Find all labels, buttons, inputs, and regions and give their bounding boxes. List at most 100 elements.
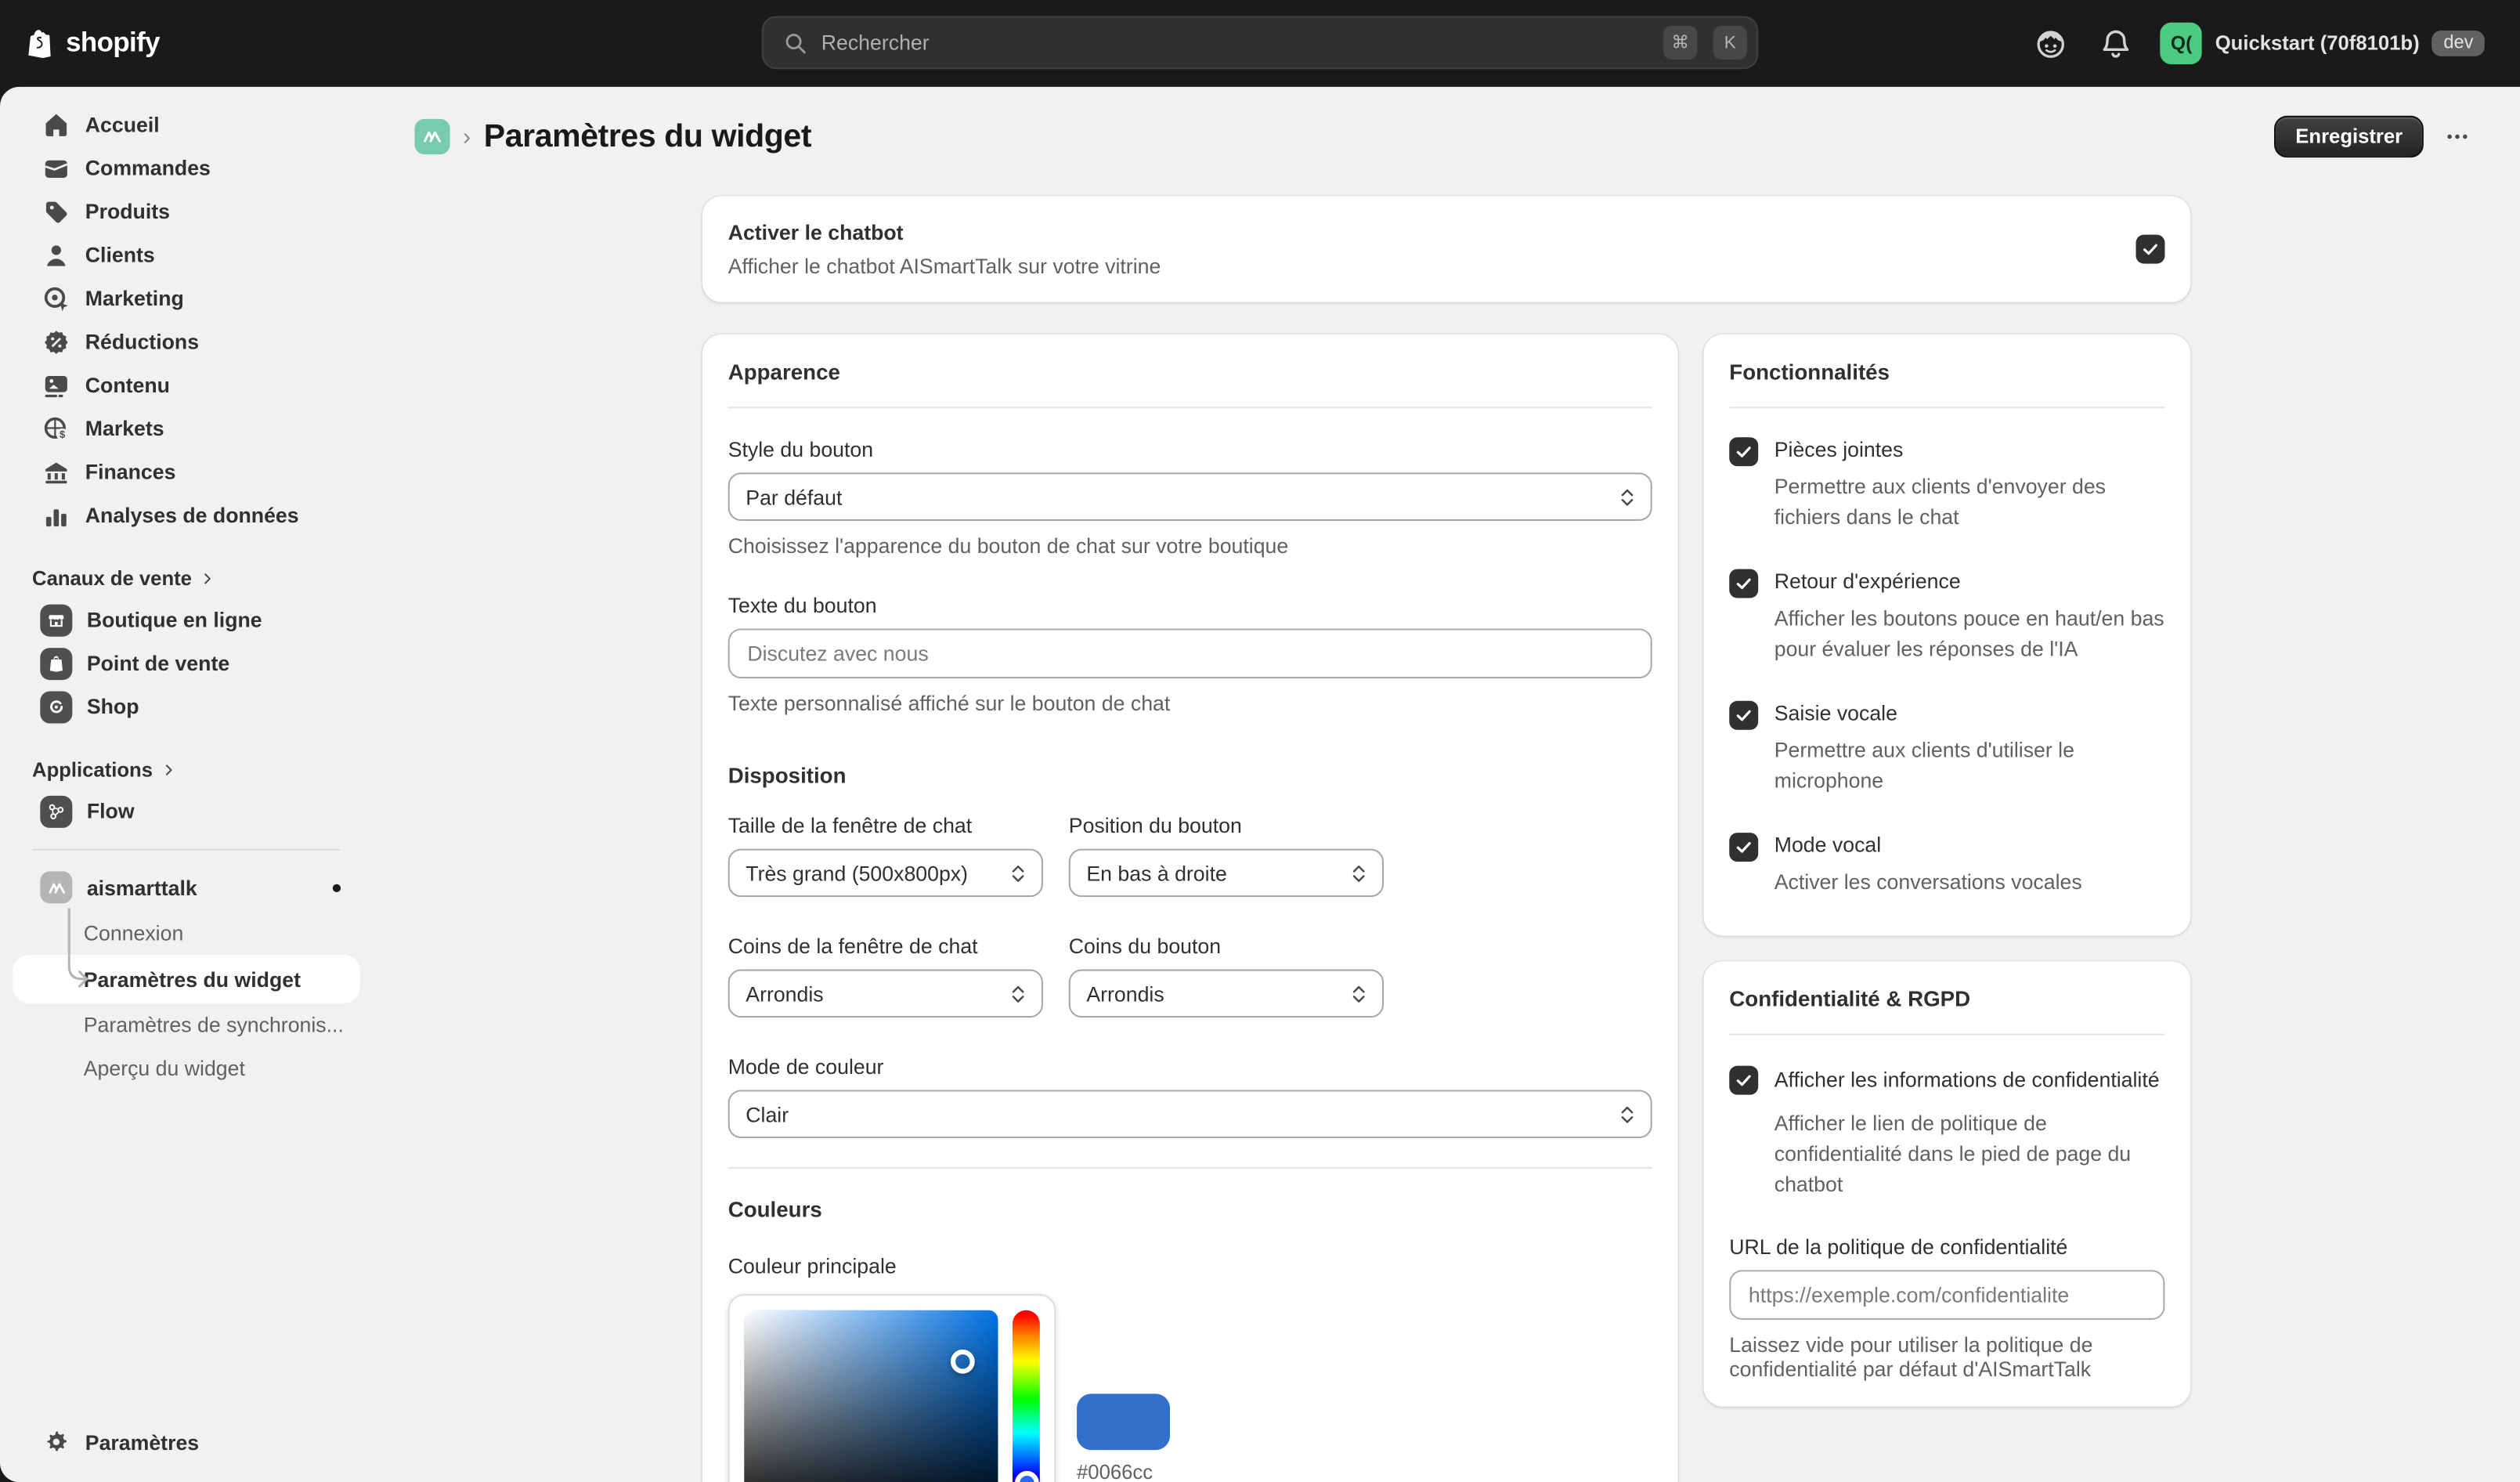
sidebar-section-applications[interactable]: Applications bbox=[13, 750, 359, 789]
layout-heading: Disposition bbox=[728, 764, 1652, 788]
sidebar-item-finances[interactable]: Finances bbox=[13, 450, 359, 493]
sidebar-item-clients[interactable]: Clients bbox=[13, 233, 359, 277]
sidekick-icon bbox=[2034, 26, 2069, 61]
voice-mode-checkbox[interactable] bbox=[1729, 833, 1758, 862]
button-position-select[interactable]: En bas à droite bbox=[1069, 849, 1384, 898]
notifications-button[interactable] bbox=[2092, 20, 2140, 68]
saturation-handle[interactable] bbox=[951, 1349, 975, 1373]
primary-color-label: Couleur principale bbox=[728, 1254, 1652, 1278]
target-icon bbox=[42, 284, 70, 313]
sidebar-item-parametres[interactable]: Paramètres bbox=[13, 1418, 359, 1466]
online-store-icon bbox=[40, 604, 72, 636]
button-text-label: Texte du bouton bbox=[728, 593, 1652, 617]
primary-color-hex: #0066cc bbox=[1077, 1462, 1170, 1482]
select-caret-icon bbox=[1620, 486, 1634, 508]
feature-voice-input: Saisie vocale Permettre aux clients d'ut… bbox=[1729, 701, 2164, 796]
divider bbox=[1729, 407, 2164, 408]
aismarttalk-icon bbox=[40, 871, 72, 903]
privacy-show-info-description: Afficher le lien de politique de confide… bbox=[1774, 1108, 2165, 1199]
attachments-checkbox[interactable] bbox=[1729, 437, 1758, 466]
select-caret-icon bbox=[1352, 862, 1366, 884]
sidebar-item-analyses[interactable]: Analyses de données bbox=[13, 493, 359, 537]
store-name: Quickstart (70f8101b) bbox=[2215, 32, 2420, 55]
store-avatar: Q( bbox=[2161, 23, 2202, 64]
colors-heading: Couleurs bbox=[728, 1198, 1652, 1222]
media-icon bbox=[42, 370, 70, 399]
check-icon bbox=[1734, 1070, 1753, 1090]
privacy-card: Confidentialité & RGPD Afficher les info… bbox=[1703, 961, 2190, 1406]
sidebar-item-marketing[interactable]: Marketing bbox=[13, 277, 359, 320]
shopify-bag-icon bbox=[26, 27, 56, 60]
sidebar-item-boutique-en-ligne[interactable]: Boutique en ligne bbox=[13, 598, 359, 641]
sidebar-item-point-de-vente[interactable]: Point de vente bbox=[13, 642, 359, 685]
privacy-info-checkbox[interactable] bbox=[1729, 1065, 1758, 1094]
globe-icon: $ bbox=[42, 414, 70, 443]
shopify-admin: shopify Rechercher ⌘ K bbox=[0, 0, 2520, 1482]
page-title: Paramètres du widget bbox=[484, 118, 811, 155]
hue-slider[interactable] bbox=[1013, 1310, 1040, 1482]
sidebar-item-shop[interactable]: Shop bbox=[13, 685, 359, 728]
sidebar-item-flow[interactable]: Flow bbox=[13, 790, 359, 833]
primary-color-swatch bbox=[1077, 1393, 1170, 1450]
button-style-select[interactable]: Par défaut bbox=[728, 472, 1652, 521]
sidebar-section-sales-channels[interactable]: Canaux de vente bbox=[13, 559, 359, 598]
privacy-heading: Confidentialité & RGPD bbox=[1729, 987, 2164, 1011]
main-content: › Paramètres du widget Enregistrer Activ… bbox=[373, 87, 2520, 1482]
window-corners-select[interactable]: Arrondis bbox=[728, 970, 1043, 1018]
store-menu[interactable]: Q( Quickstart (70f8101b) dev bbox=[2156, 18, 2494, 70]
feedback-checkbox[interactable] bbox=[1729, 569, 1758, 598]
saturation-area[interactable] bbox=[744, 1310, 998, 1482]
aismarttalk-section: aismarttalk Connexion Paramètres du widg… bbox=[13, 863, 359, 1090]
voice-input-checkbox[interactable] bbox=[1729, 701, 1758, 730]
orders-icon bbox=[42, 154, 70, 183]
sidebar-item-reductions[interactable]: Réductions bbox=[13, 320, 359, 363]
sidebar-item-markets[interactable]: $ Markets bbox=[13, 407, 359, 450]
aismarttalk-app-icon bbox=[414, 119, 449, 154]
search-input[interactable]: Rechercher ⌘ K bbox=[762, 16, 1758, 70]
chat-size-label: Taille de la fenêtre de chat bbox=[728, 813, 1043, 837]
button-corners-select[interactable]: Arrondis bbox=[1069, 970, 1384, 1018]
appearance-card: Apparence Style du bouton Par défaut Cho… bbox=[702, 334, 1678, 1482]
sidekick-button[interactable] bbox=[2027, 20, 2076, 68]
check-icon bbox=[1734, 442, 1753, 461]
sidebar-item-produits[interactable]: Produits bbox=[13, 190, 359, 233]
sidebar-item-connexion[interactable]: Connexion bbox=[13, 912, 359, 955]
enable-chatbot-checkbox[interactable] bbox=[2136, 235, 2165, 264]
person-icon bbox=[42, 240, 70, 269]
policy-url-label: URL de la politique de confidentialité bbox=[1729, 1234, 2164, 1259]
button-style-label: Style du bouton bbox=[728, 437, 1652, 461]
select-caret-icon bbox=[1620, 1104, 1634, 1125]
chat-size-select[interactable]: Très grand (500x800px) bbox=[728, 849, 1043, 898]
button-style-helper: Choisissez l'apparence du bouton de chat… bbox=[728, 533, 1652, 558]
chevron-right-icon bbox=[161, 762, 177, 779]
sidebar-item-contenu[interactable]: Contenu bbox=[13, 363, 359, 407]
shortcut-cmd-key: ⌘ bbox=[1663, 26, 1697, 60]
button-text-helper: Texte personnalisé affiché sur le bouton… bbox=[728, 691, 1652, 715]
tag-icon bbox=[42, 197, 70, 226]
svg-text:$: $ bbox=[60, 428, 65, 439]
check-icon bbox=[1734, 706, 1753, 725]
sidebar-item-apercu-du-widget[interactable]: Aperçu du widget bbox=[13, 1046, 359, 1090]
divider bbox=[728, 1167, 1652, 1169]
sidebar-item-accueil[interactable]: Accueil bbox=[13, 103, 359, 146]
sidebar-item-parametres-de-synchronisation[interactable]: Paramètres de synchronis... bbox=[13, 1003, 359, 1046]
more-actions-button[interactable] bbox=[2436, 116, 2478, 157]
hue-handle[interactable] bbox=[1014, 1471, 1038, 1482]
bell-icon bbox=[2099, 27, 2132, 60]
shopify-logo[interactable]: shopify bbox=[26, 27, 160, 60]
color-mode-label: Mode de couleur bbox=[728, 1054, 1652, 1079]
settings-content: Activer le chatbot Afficher le chatbot A… bbox=[702, 196, 2190, 1482]
check-icon bbox=[1734, 574, 1753, 594]
check-icon bbox=[2141, 240, 2161, 259]
flow-icon bbox=[40, 795, 72, 827]
policy-url-helper: Laissez vide pour utiliser la politique … bbox=[1729, 1332, 2164, 1381]
sidebar-item-commandes[interactable]: Commandes bbox=[13, 146, 359, 190]
select-caret-icon bbox=[1011, 983, 1025, 1004]
policy-url-input[interactable] bbox=[1729, 1270, 2164, 1320]
sidebar-item-aismarttalk[interactable]: aismarttalk bbox=[13, 863, 359, 912]
color-mode-select[interactable]: Clair bbox=[728, 1090, 1652, 1138]
sidebar-item-parametres-du-widget[interactable]: Paramètres du widget bbox=[13, 955, 359, 1003]
button-text-input[interactable] bbox=[728, 628, 1652, 678]
save-button[interactable]: Enregistrer bbox=[2275, 116, 2424, 157]
color-picker bbox=[728, 1294, 1056, 1482]
